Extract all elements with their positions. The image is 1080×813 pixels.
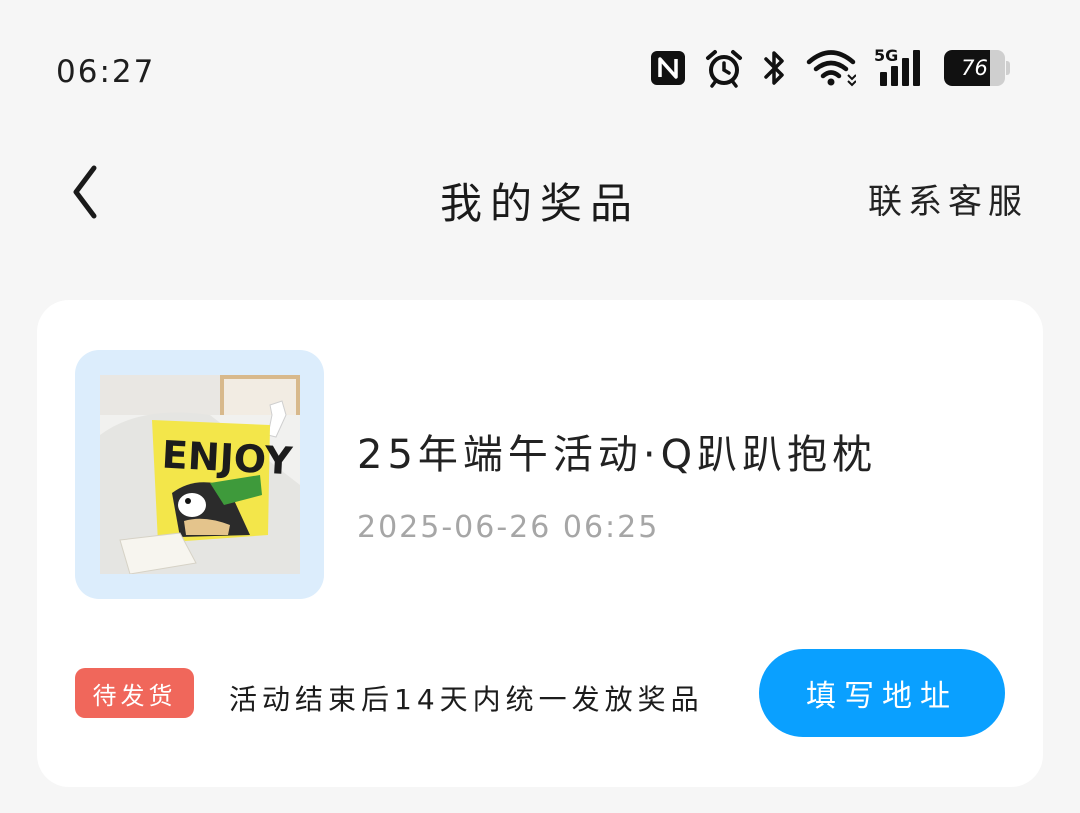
nav-bar: 我的奖品 联系客服 xyxy=(0,150,1080,240)
fill-address-button[interactable]: 填写地址 xyxy=(759,649,1005,737)
prize-image-frame: ENJOY xyxy=(75,350,324,599)
status-time: 06:27 xyxy=(56,54,156,90)
prize-card: ENJOY 25年端午活动·Q趴趴抱枕 2025-06-26 06:25 待发货… xyxy=(37,300,1043,787)
prize-image: ENJOY xyxy=(99,375,300,574)
prize-name: 25年端午活动·Q趴趴抱枕 xyxy=(357,432,878,478)
alarm-icon xyxy=(704,48,744,88)
nfc-icon xyxy=(650,50,686,86)
prize-date: 2025-06-26 06:25 xyxy=(357,510,660,545)
wifi-icon xyxy=(806,49,856,87)
contact-service-link[interactable]: 联系客服 xyxy=(868,174,1028,223)
delivery-notice: 活动结束后14天内统一发放奖品 xyxy=(229,683,704,716)
battery-level: 76 xyxy=(961,56,988,80)
prize-image-text: ENJOY xyxy=(160,433,293,484)
status-bar: 06:27 5G 76 xyxy=(0,0,1080,140)
signal-icon: 5G xyxy=(874,46,926,88)
status-badge: 待发货 xyxy=(75,668,194,718)
status-icons: 5G 76 xyxy=(650,46,1010,88)
battery-icon: 76 xyxy=(944,50,1010,86)
bluetooth-icon xyxy=(762,49,788,87)
